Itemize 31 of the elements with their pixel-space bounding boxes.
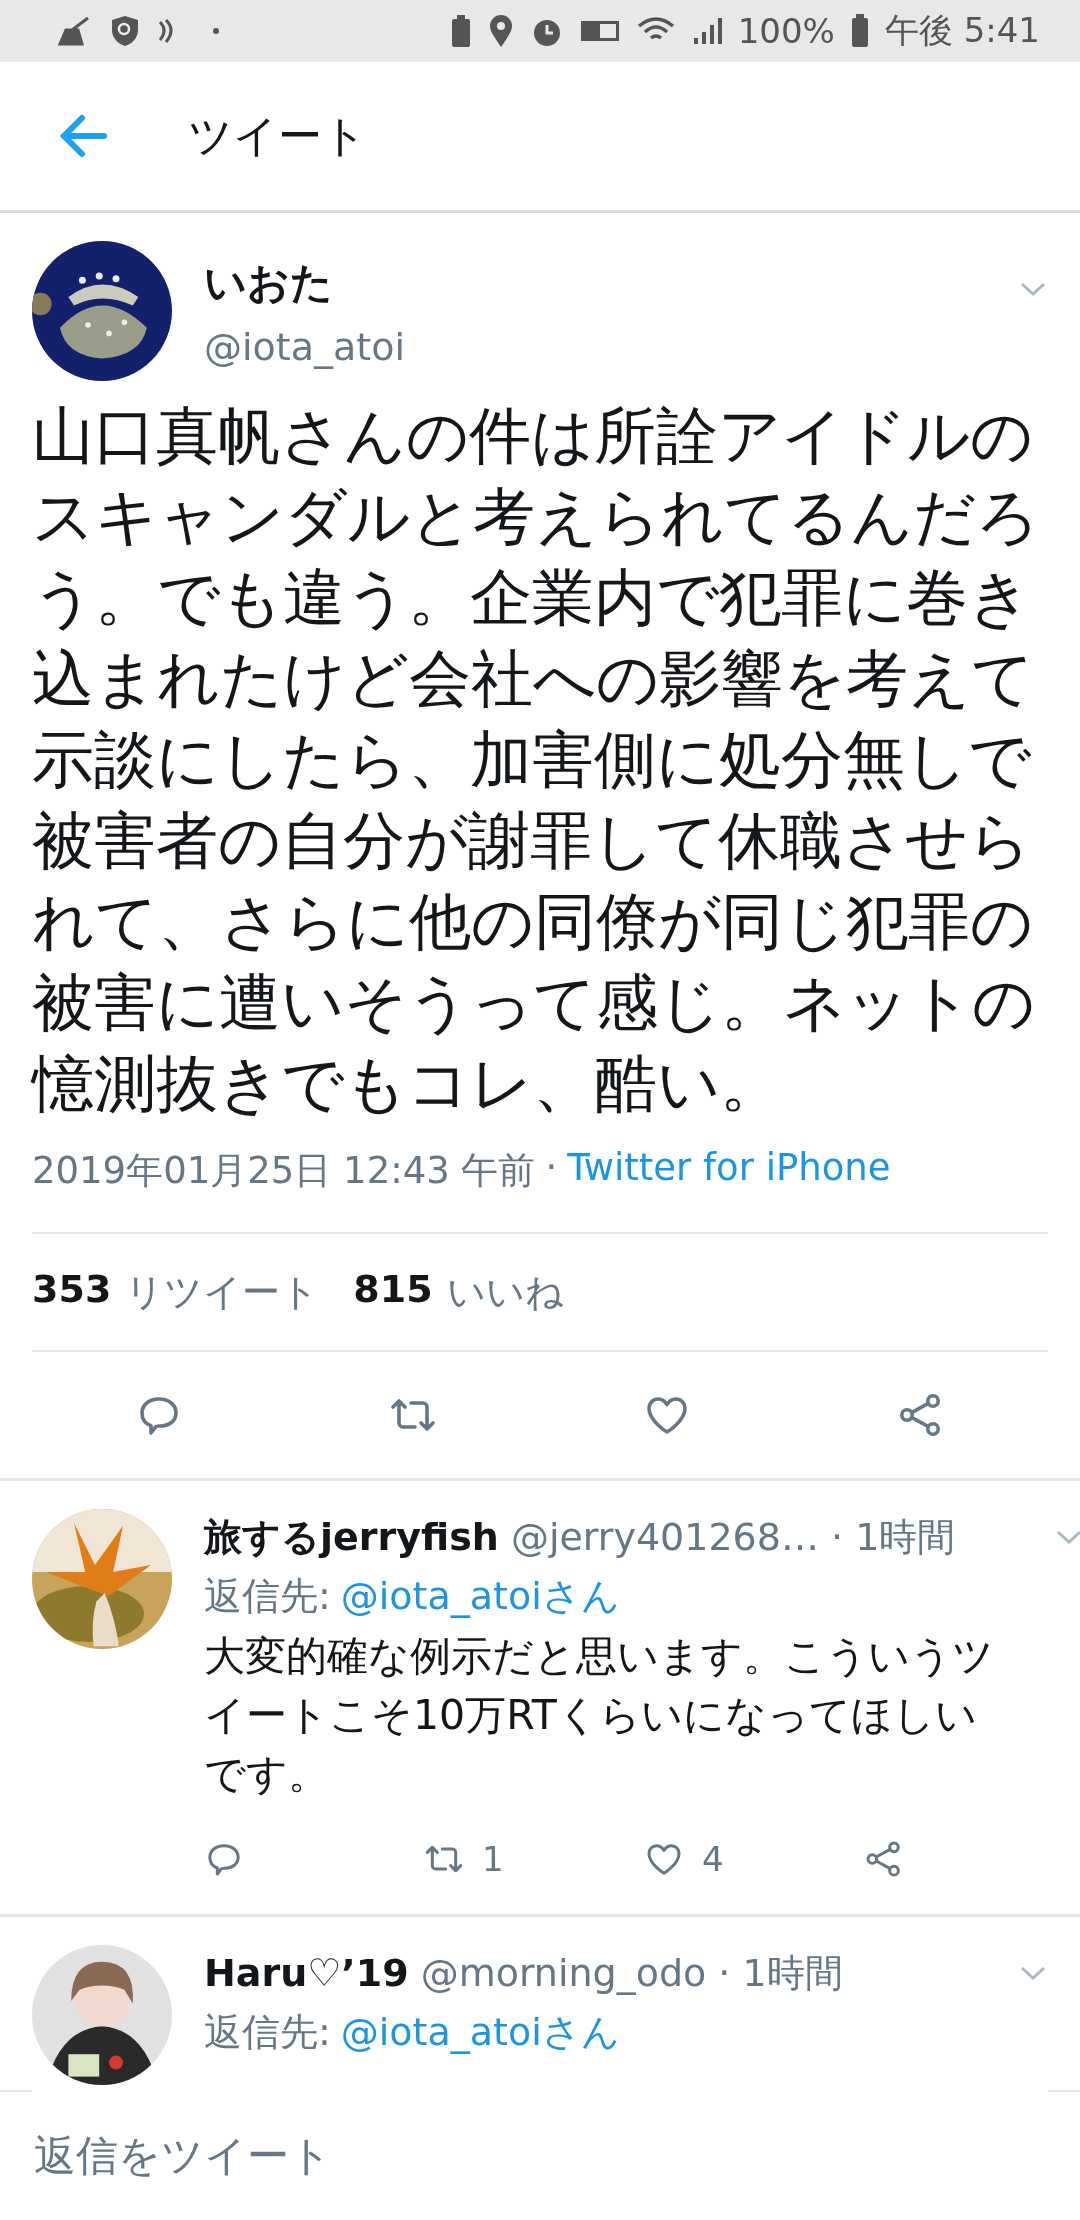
reply-author-handle: @jerry401268…: [510, 1515, 819, 1559]
tweet-text: 山口真帆さんの件は所詮アイドルのスキャンダルと考えられてるんだろう。でも違う。企業内で犯罪に巻き込まれたけど会社への影響を考えて示談にしたら、加害側に処分無しで被害者の自分が謝罪して休職させられて、さらに他の同僚が同じ犯罪の被害に遭いそうって感じ。ネットの憶測抜きでもコレ、酷い。: [32, 398, 1040, 1122]
reply-author-handle: @morning_odo: [420, 1951, 707, 1995]
battery-icon: [850, 14, 869, 48]
page-title: ツイート: [188, 108, 367, 163]
author-name: いおた: [204, 257, 334, 309]
battery-percent: 100%: [737, 11, 835, 51]
author-handle: @iota_atoi: [204, 325, 406, 369]
reply-author-name: 旅するjerryfish: [204, 1513, 499, 1561]
reply-time: · 1時間: [830, 1513, 956, 1561]
signal-icon: [691, 16, 722, 46]
reply-to-label: 返信先:: [204, 2008, 331, 2056]
battery-saver-icon: [449, 14, 472, 48]
location-icon: [487, 14, 514, 48]
source-link[interactable]: Twitter for iPhone: [567, 1146, 891, 1196]
mention-link[interactable]: @iota_atoiさん: [340, 2006, 620, 2058]
stat-link[interactable]: 815 いいね: [353, 1266, 564, 1318]
stat-link[interactable]: 353 リツイート: [32, 1266, 320, 1318]
retweet-count: 1: [482, 1839, 504, 1879]
reply-author-name: Haru♡’19: [204, 1951, 409, 1995]
shield-icon: [110, 14, 140, 48]
mention-link[interactable]: @iota_atoiさん: [340, 1570, 620, 1622]
separator-dot: ·: [545, 1146, 558, 1191]
reply-time: · 1時間: [718, 1949, 843, 1997]
clock: 午後 5:41: [884, 9, 1040, 52]
nfc-icon: [156, 18, 176, 44]
reply-to-label: 返信先:: [204, 1572, 331, 1620]
dot-icon: [212, 27, 220, 35]
reply-text: 大変的確な例示だと思います。こういうツイートこそ10万RTくらいになってほしいです。: [204, 1631, 995, 1800]
like-count: 4: [702, 1839, 724, 1879]
timestamp: 2019年01月25日 12:43 午前: [32, 1148, 536, 1194]
